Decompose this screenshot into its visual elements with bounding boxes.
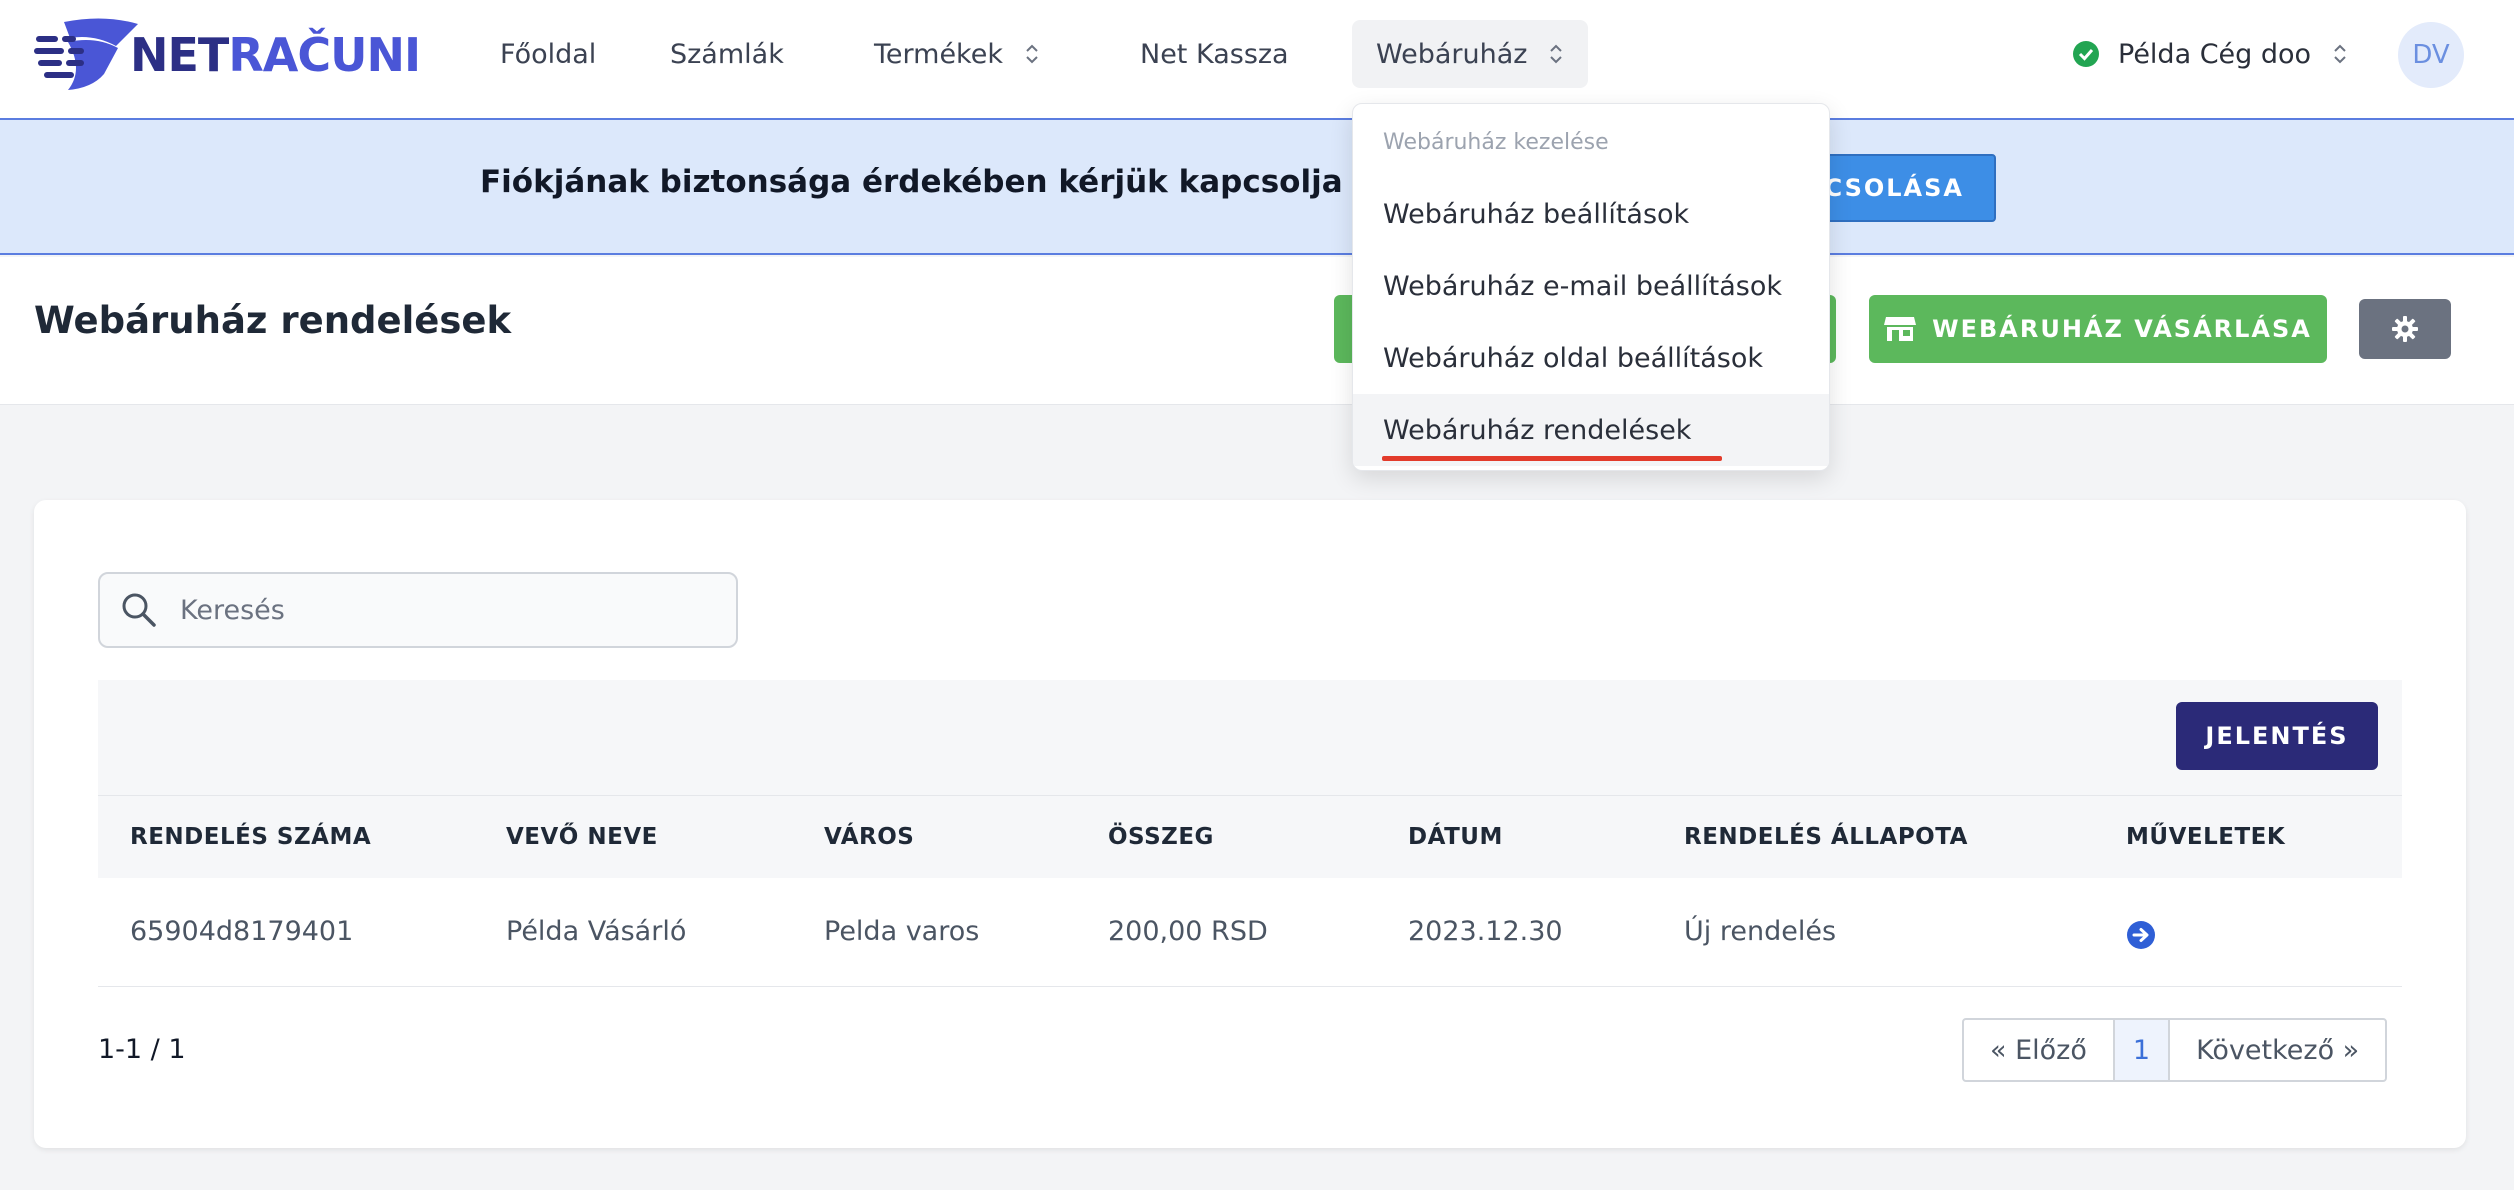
brand-wordmark: NETRAČUNI xyxy=(130,28,421,82)
store-icon xyxy=(1884,317,1917,341)
table-row[interactable]: 65904d8179401 Példa Vásárló Pelda varos … xyxy=(98,878,2402,987)
top-navigation: NETRAČUNI Főoldal Számlák Termékek Net K… xyxy=(0,0,2514,120)
check-circle-icon xyxy=(2073,41,2099,67)
column-header-customer-name[interactable]: VEVŐ NEVE xyxy=(474,796,792,878)
orders-card: JELENTÉS RENDELÉS SZÁMA VEVŐ NEVE VÁROS … xyxy=(34,500,2466,1148)
column-header-order-number[interactable]: RENDELÉS SZÁMA xyxy=(98,796,474,878)
cell-amount: 200,00 RSD xyxy=(1076,878,1376,987)
column-header-order-status[interactable]: RENDELÉS ÁLLAPOTA xyxy=(1652,796,2094,878)
active-item-underline xyxy=(1382,456,1722,461)
webshop-dropdown-menu: Webáruház kezelése Webáruház beállítások… xyxy=(1352,103,1830,471)
banner-message: Fiókjának biztonsága érdekében kérjük ka… xyxy=(480,164,1360,200)
menu-item-webshop-page-settings[interactable]: Webáruház oldal beállítások xyxy=(1353,322,1829,394)
nav-item-home[interactable]: Főoldal xyxy=(476,20,620,88)
nav-item-label: Főoldal xyxy=(500,38,597,70)
table-header-row: RENDELÉS SZÁMA VEVŐ NEVE VÁROS ÖSSZEG DÁ… xyxy=(98,796,2402,878)
company-selector[interactable]: Példa Cég doo xyxy=(2072,20,2347,88)
chevron-up-down-icon xyxy=(1026,44,1038,64)
chevron-up-down-icon xyxy=(1550,44,1563,64)
cell-order-number: 65904d8179401 xyxy=(98,878,474,987)
table-toolbar: JELENTÉS xyxy=(98,680,2402,796)
search-input[interactable] xyxy=(180,594,720,626)
menu-item-webshop-settings[interactable]: Webáruház beállítások xyxy=(1353,178,1829,250)
column-header-amount[interactable]: ÖSSZEG xyxy=(1076,796,1376,878)
column-header-actions: MŰVELETEK xyxy=(2094,796,2402,878)
company-name: Példa Cég doo xyxy=(2118,38,2312,70)
settings-button[interactable] xyxy=(2359,299,2451,359)
orders-table-wrapper: JELENTÉS RENDELÉS SZÁMA VEVŐ NEVE VÁROS … xyxy=(98,680,2402,987)
column-header-date[interactable]: DÁTUM xyxy=(1376,796,1652,878)
two-factor-banner: Fiókjának biztonsága érdekében kérjük ka… xyxy=(0,120,2514,255)
nav-item-label: Számlák xyxy=(670,38,784,70)
dropdown-header: Webáruház kezelése xyxy=(1383,130,1609,155)
chevron-up-down-icon xyxy=(2334,44,2346,64)
report-button-label: JELENTÉS xyxy=(2205,722,2349,750)
arrow-right-circle-icon[interactable] xyxy=(2126,920,2156,950)
user-avatar[interactable]: DV xyxy=(2398,22,2464,88)
cell-customer-name: Példa Vásárló xyxy=(474,878,792,987)
menu-item-label: Webáruház rendelések xyxy=(1383,414,1692,446)
result-count: 1-1 / 1 xyxy=(98,1034,186,1065)
menu-item-label: Webáruház oldal beállítások xyxy=(1383,342,1763,374)
gear-icon xyxy=(2392,316,2418,342)
column-header-city[interactable]: VÁROS xyxy=(792,796,1076,878)
brand-logo[interactable]: NETRAČUNI xyxy=(34,18,421,92)
logo-mark-icon xyxy=(34,18,138,90)
nav-item-label: Webáruház xyxy=(1376,38,1528,70)
buy-webshop-label: WEBÁRUHÁZ VÁSÁRLÁSA xyxy=(1932,315,2312,343)
pagination: « Előző 1 Következő » xyxy=(1962,1018,2388,1082)
nav-item-net-kassza[interactable]: Net Kassza xyxy=(1116,20,1313,88)
nav-item-invoices[interactable]: Számlák xyxy=(646,20,808,88)
nav-item-products[interactable]: Termékek xyxy=(850,20,1063,88)
banner-button-label: CSOLÁSA xyxy=(1824,174,1964,202)
orders-table: RENDELÉS SZÁMA VEVŐ NEVE VÁROS ÖSSZEG DÁ… xyxy=(98,796,2402,987)
menu-item-label: Webáruház e-mail beállítások xyxy=(1383,270,1782,302)
nav-item-label: Net Kassza xyxy=(1140,38,1289,70)
page-title: Webáruház rendelések xyxy=(34,299,512,342)
pagination-page-1[interactable]: 1 xyxy=(2112,1020,2171,1080)
page-header: Webáruház rendelések WEBÁRUHÁZ VÁSÁRLÁSA xyxy=(0,257,2514,405)
pagination-prev[interactable]: « Előző xyxy=(1964,1020,2113,1080)
cell-order-status: Új rendelés xyxy=(1652,878,2094,987)
menu-item-webshop-email-settings[interactable]: Webáruház e-mail beállítások xyxy=(1353,250,1829,322)
nav-item-webshop[interactable]: Webáruház xyxy=(1352,20,1588,88)
user-initials: DV xyxy=(2412,40,2450,70)
cell-city: Pelda varos xyxy=(792,878,1076,987)
nav-item-label: Termékek xyxy=(874,38,1003,70)
menu-item-label: Webáruház beállítások xyxy=(1383,198,1690,230)
search-box[interactable] xyxy=(98,572,738,648)
cell-date: 2023.12.30 xyxy=(1376,878,1652,987)
pagination-next[interactable]: Következő » xyxy=(2170,1020,2385,1080)
search-icon xyxy=(122,593,156,627)
buy-webshop-button[interactable]: WEBÁRUHÁZ VÁSÁRLÁSA xyxy=(1869,295,2327,363)
report-button[interactable]: JELENTÉS xyxy=(2176,702,2378,770)
cell-actions xyxy=(2094,878,2402,987)
